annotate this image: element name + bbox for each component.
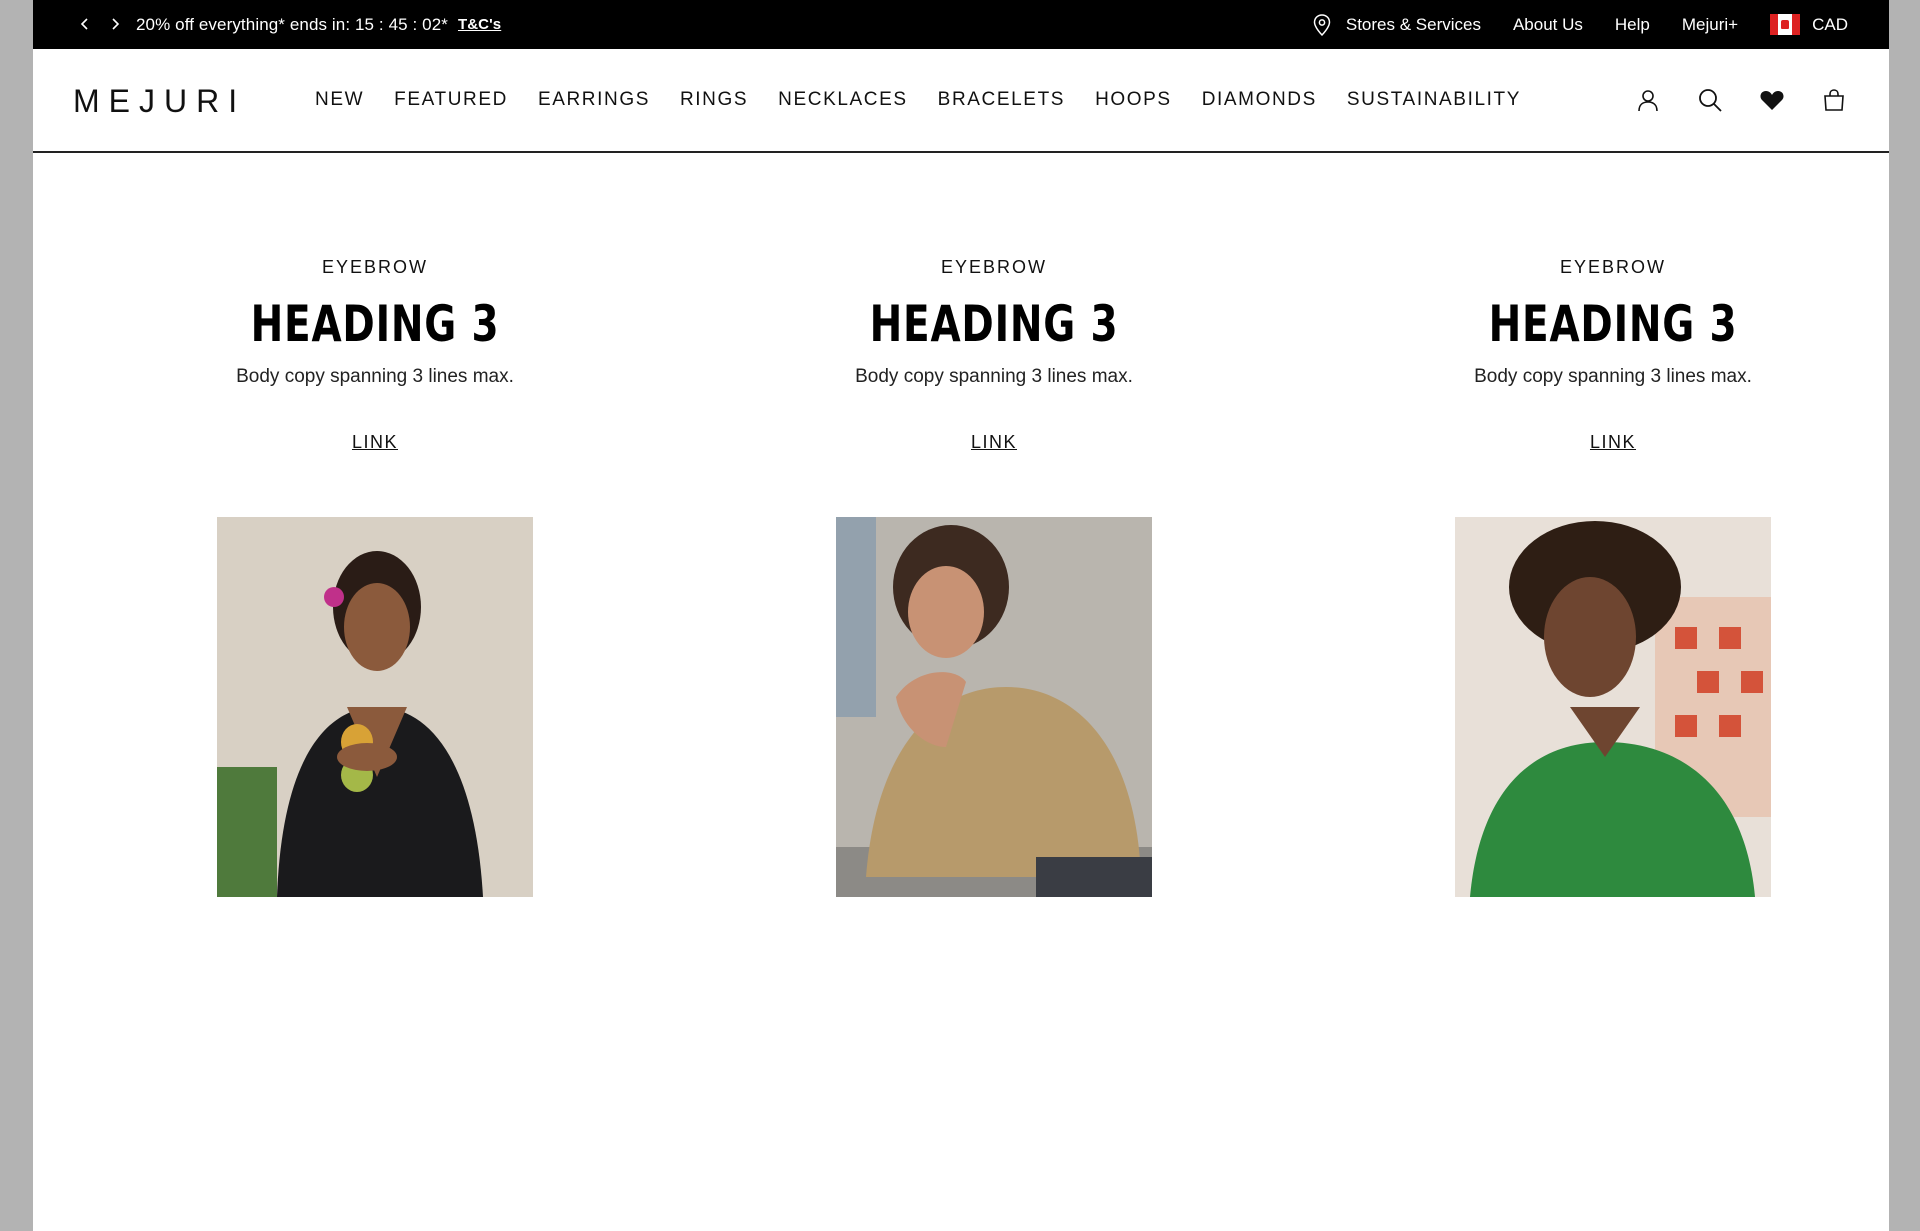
- nav-item-necklaces[interactable]: NECKLACES: [778, 89, 908, 111]
- header-icons: [1600, 49, 1848, 151]
- currency-label: CAD: [1812, 14, 1848, 34]
- promo-next-button[interactable]: [103, 12, 127, 36]
- nav-item-featured[interactable]: FEATURED: [394, 89, 508, 111]
- account-button[interactable]: [1634, 86, 1662, 114]
- mejuri-plus-label: Mejuri+: [1681, 14, 1739, 34]
- card-link[interactable]: LINK: [1313, 432, 1913, 453]
- card-heading: HEADING 3: [250, 295, 500, 353]
- main-header: MEJURI NEW FEATURED EARRINGS RINGS NECKL…: [33, 49, 1889, 153]
- utility-nav: Stores & Services About Us Help Mejuri+ …: [1280, 0, 1848, 49]
- stores-services-label: Stores & Services: [1345, 14, 1481, 34]
- model-photo-image: [217, 517, 533, 897]
- about-us-label: About Us: [1512, 14, 1583, 34]
- user-icon: [1638, 90, 1658, 112]
- promo-bar: 20% off everything* ends in: 15 : 45 : 0…: [33, 0, 1889, 49]
- card-image[interactable]: [217, 517, 533, 897]
- card-eyebrow: EYEBROW: [940, 257, 1047, 277]
- heart-icon: [1760, 91, 1784, 110]
- promo-prev-button[interactable]: [73, 12, 97, 36]
- help-label: Help: [1614, 14, 1650, 34]
- chevron-left-icon: [80, 18, 88, 30]
- promo-message: 20% off everything* ends in: 15 : 45 : 0…: [136, 14, 448, 34]
- card-eyebrow: EYEBROW: [321, 257, 428, 277]
- terms-link[interactable]: T&C's: [458, 16, 501, 33]
- about-us-link[interactable]: About Us: [1513, 15, 1583, 35]
- card-heading: HEADING 3: [1488, 295, 1738, 353]
- mejuri-plus-link[interactable]: Mejuri+: [1682, 15, 1738, 35]
- card-link[interactable]: LINK: [75, 432, 675, 453]
- promo-message-area: 20% off everything* ends in: 15 : 45 : 0…: [136, 0, 501, 49]
- canada-flag-icon: [1770, 14, 1801, 35]
- nav-item-earrings[interactable]: EARRINGS: [538, 89, 650, 111]
- card-body: Body copy spanning 3 lines max.: [855, 366, 1133, 387]
- nav-item-new[interactable]: NEW: [315, 89, 364, 111]
- search-icon: [1699, 89, 1722, 112]
- card-link[interactable]: LINK: [694, 432, 1294, 453]
- card-body: Body copy spanning 3 lines max.: [1474, 366, 1752, 387]
- location-pin-icon: [1313, 13, 1331, 36]
- cart-button[interactable]: [1820, 86, 1848, 114]
- main-menu: NEW FEATURED EARRINGS RINGS NECKLACES BR…: [315, 49, 1551, 151]
- nav-item-hoops[interactable]: HOOPS: [1095, 89, 1172, 111]
- nav-item-sustainability[interactable]: SUSTAINABILITY: [1347, 89, 1521, 111]
- currency-selector[interactable]: CAD: [1770, 14, 1848, 35]
- model-photo-image: [1455, 517, 1771, 897]
- nav-item-diamonds[interactable]: DIAMONDS: [1202, 89, 1317, 111]
- search-button[interactable]: [1696, 86, 1724, 114]
- card-body: Body copy spanning 3 lines max.: [236, 366, 514, 387]
- stores-services-link[interactable]: Stores & Services: [1312, 13, 1481, 36]
- nav-item-rings[interactable]: RINGS: [680, 89, 748, 111]
- brand-logo[interactable]: MEJURI: [73, 83, 246, 120]
- model-photo-image: [836, 517, 1152, 897]
- card-image[interactable]: [1455, 517, 1771, 897]
- card-heading: HEADING 3: [869, 295, 1119, 353]
- wishlist-button[interactable]: [1758, 86, 1786, 114]
- page-frame: 20% off everything* ends in: 15 : 45 : 0…: [33, 0, 1889, 1231]
- card-eyebrow: EYEBROW: [1559, 257, 1666, 277]
- card-image[interactable]: [836, 517, 1152, 897]
- nav-item-bracelets[interactable]: BRACELETS: [938, 89, 1065, 111]
- shopping-bag-icon: [1824, 89, 1844, 111]
- chevron-right-icon: [112, 18, 120, 30]
- help-link[interactable]: Help: [1615, 15, 1650, 35]
